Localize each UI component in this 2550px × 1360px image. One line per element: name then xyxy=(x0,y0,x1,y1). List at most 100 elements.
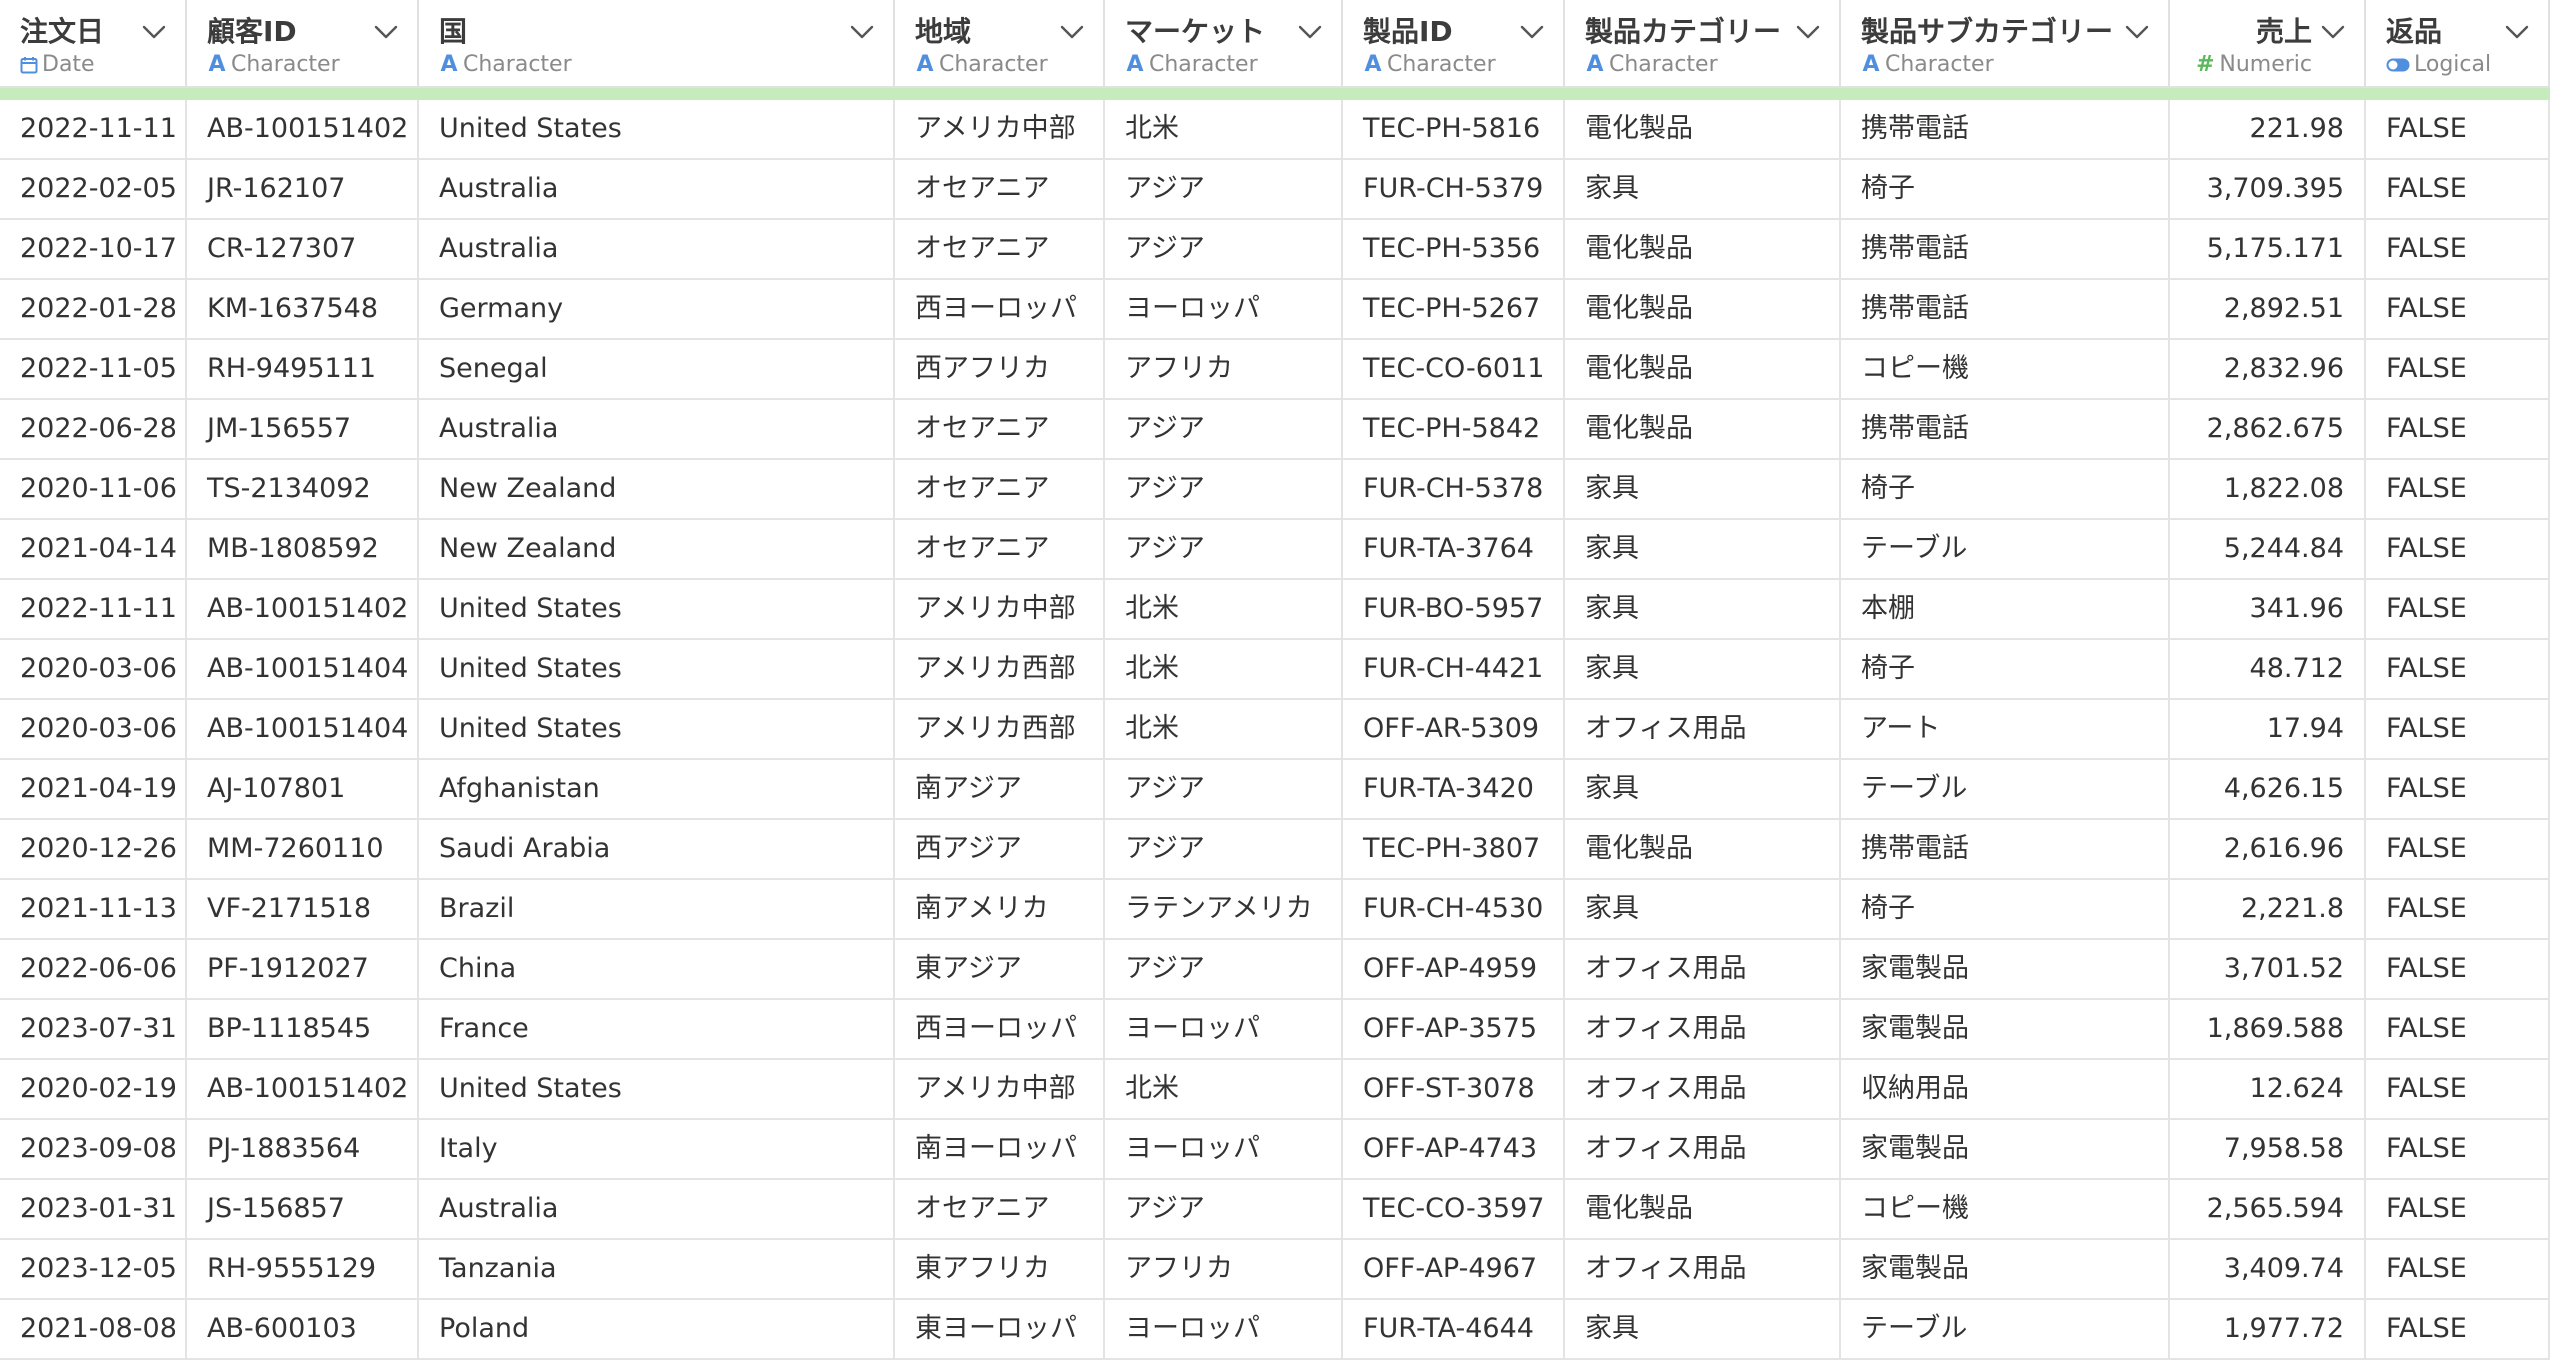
table-cell[interactable]: FALSE xyxy=(2366,1000,2550,1060)
table-cell[interactable]: 5,175.171 xyxy=(2170,220,2366,280)
table-cell[interactable]: 2021-11-13 xyxy=(0,880,187,940)
table-cell[interactable]: Australia xyxy=(419,400,895,460)
table-cell[interactable]: OFF-AP-4959 xyxy=(1343,940,1565,1000)
table-cell[interactable]: 南アメリカ xyxy=(895,880,1105,940)
table-cell[interactable]: CR-127307 xyxy=(187,220,419,280)
table-cell[interactable]: France xyxy=(419,1000,895,1060)
table-cell[interactable]: JS-156857 xyxy=(187,1180,419,1240)
table-cell[interactable]: 12.624 xyxy=(2170,1060,2366,1120)
table-cell[interactable]: FALSE xyxy=(2366,220,2550,280)
table-cell[interactable]: 東ヨーロッパ xyxy=(895,1300,1105,1360)
table-cell[interactable]: アジア xyxy=(1105,820,1343,880)
table-cell[interactable]: アフリカ xyxy=(1105,1240,1343,1300)
table-cell[interactable]: 電化製品 xyxy=(1565,340,1841,400)
table-cell[interactable]: FALSE xyxy=(2366,1060,2550,1120)
table-cell[interactable]: FALSE xyxy=(2366,940,2550,1000)
table-cell[interactable]: FALSE xyxy=(2366,340,2550,400)
table-cell[interactable]: オフィス用品 xyxy=(1565,1240,1841,1300)
table-cell[interactable]: 341.96 xyxy=(2170,580,2366,640)
table-cell[interactable]: 携帯電話 xyxy=(1841,100,2170,160)
column-header-6[interactable]: 製品カテゴリー A Character xyxy=(1565,0,1841,88)
table-cell[interactable]: Germany xyxy=(419,280,895,340)
table-cell[interactable]: FALSE xyxy=(2366,700,2550,760)
table-cell[interactable]: アジア xyxy=(1105,160,1343,220)
column-header-7[interactable]: 製品サブカテゴリー A Character xyxy=(1841,0,2170,88)
table-cell[interactable]: テーブル xyxy=(1841,520,2170,580)
table-cell[interactable]: FUR-CH-5379 xyxy=(1343,160,1565,220)
table-cell[interactable]: TEC-CO-6011 xyxy=(1343,340,1565,400)
table-cell[interactable]: TEC-PH-3807 xyxy=(1343,820,1565,880)
table-cell[interactable]: KM-1637548 xyxy=(187,280,419,340)
table-cell[interactable]: New Zealand xyxy=(419,460,895,520)
table-cell[interactable]: 家電製品 xyxy=(1841,940,2170,1000)
table-cell[interactable]: 2023-07-31 xyxy=(0,1000,187,1060)
table-cell[interactable]: FUR-TA-3764 xyxy=(1343,520,1565,580)
column-header-9[interactable]: 返品 Logical xyxy=(2366,0,2550,88)
table-cell[interactable]: 電化製品 xyxy=(1565,400,1841,460)
table-cell[interactable]: テーブル xyxy=(1841,1300,2170,1360)
table-cell[interactable]: 携帯電話 xyxy=(1841,220,2170,280)
table-cell[interactable]: テーブル xyxy=(1841,760,2170,820)
column-header-1[interactable]: 顧客ID A Character xyxy=(187,0,419,88)
column-header-2[interactable]: 国 A Character xyxy=(419,0,895,88)
table-cell[interactable]: 3,409.74 xyxy=(2170,1240,2366,1300)
chevron-down-icon[interactable] xyxy=(1519,22,1545,42)
table-cell[interactable]: 家具 xyxy=(1565,880,1841,940)
table-cell[interactable]: RH-9555129 xyxy=(187,1240,419,1300)
column-header-3[interactable]: 地域 A Character xyxy=(895,0,1105,88)
table-cell[interactable]: 電化製品 xyxy=(1565,820,1841,880)
table-cell[interactable]: United States xyxy=(419,700,895,760)
table-cell[interactable]: FALSE xyxy=(2366,1120,2550,1180)
chevron-down-icon[interactable] xyxy=(2320,22,2346,42)
chevron-down-icon[interactable] xyxy=(2504,22,2530,42)
table-cell[interactable]: 電化製品 xyxy=(1565,280,1841,340)
table-cell[interactable]: OFF-AR-5309 xyxy=(1343,700,1565,760)
table-cell[interactable]: 家具 xyxy=(1565,520,1841,580)
table-cell[interactable]: 北米 xyxy=(1105,100,1343,160)
table-cell[interactable]: Australia xyxy=(419,1180,895,1240)
table-cell[interactable]: オフィス用品 xyxy=(1565,700,1841,760)
table-cell[interactable]: Tanzania xyxy=(419,1240,895,1300)
table-cell[interactable]: OFF-AP-3575 xyxy=(1343,1000,1565,1060)
table-cell[interactable]: 2,892.51 xyxy=(2170,280,2366,340)
column-header-8[interactable]: 売上 # Numeric xyxy=(2170,0,2366,88)
table-cell[interactable]: 3,701.52 xyxy=(2170,940,2366,1000)
table-cell[interactable]: PJ-1883564 xyxy=(187,1120,419,1180)
table-cell[interactable]: AJ-107801 xyxy=(187,760,419,820)
table-cell[interactable]: FALSE xyxy=(2366,580,2550,640)
table-cell[interactable]: ヨーロッパ xyxy=(1105,1120,1343,1180)
table-cell[interactable]: 家具 xyxy=(1565,580,1841,640)
table-cell[interactable]: 収納用品 xyxy=(1841,1060,2170,1120)
table-cell[interactable]: FALSE xyxy=(2366,880,2550,940)
table-cell[interactable]: オセアニア xyxy=(895,160,1105,220)
table-cell[interactable]: 携帯電話 xyxy=(1841,280,2170,340)
table-cell[interactable]: 2020-12-26 xyxy=(0,820,187,880)
table-cell[interactable]: 南アジア xyxy=(895,760,1105,820)
table-cell[interactable]: FUR-TA-3420 xyxy=(1343,760,1565,820)
table-cell[interactable]: 3,709.395 xyxy=(2170,160,2366,220)
table-cell[interactable]: Poland xyxy=(419,1300,895,1360)
table-cell[interactable]: 本棚 xyxy=(1841,580,2170,640)
table-cell[interactable]: 1,977.72 xyxy=(2170,1300,2366,1360)
table-cell[interactable]: ヨーロッパ xyxy=(1105,1300,1343,1360)
table-cell[interactable]: FALSE xyxy=(2366,1180,2550,1240)
table-cell[interactable]: 2,832.96 xyxy=(2170,340,2366,400)
table-cell[interactable]: FALSE xyxy=(2366,460,2550,520)
table-cell[interactable]: アジア xyxy=(1105,400,1343,460)
table-cell[interactable]: 2,862.675 xyxy=(2170,400,2366,460)
table-cell[interactable]: 家電製品 xyxy=(1841,1000,2170,1060)
chevron-down-icon[interactable] xyxy=(2124,22,2150,42)
table-cell[interactable]: 椅子 xyxy=(1841,160,2170,220)
table-cell[interactable]: 西ヨーロッパ xyxy=(895,280,1105,340)
table-cell[interactable]: United States xyxy=(419,640,895,700)
table-cell[interactable]: TEC-CO-3597 xyxy=(1343,1180,1565,1240)
table-cell[interactable]: Australia xyxy=(419,160,895,220)
table-cell[interactable]: 家具 xyxy=(1565,640,1841,700)
table-cell[interactable]: 東アジア xyxy=(895,940,1105,1000)
table-cell[interactable]: JR-162107 xyxy=(187,160,419,220)
table-cell[interactable]: ヨーロッパ xyxy=(1105,1000,1343,1060)
table-cell[interactable]: FALSE xyxy=(2366,820,2550,880)
table-cell[interactable]: 2022-02-05 xyxy=(0,160,187,220)
table-cell[interactable]: 1,822.08 xyxy=(2170,460,2366,520)
table-cell[interactable]: 西アフリカ xyxy=(895,340,1105,400)
